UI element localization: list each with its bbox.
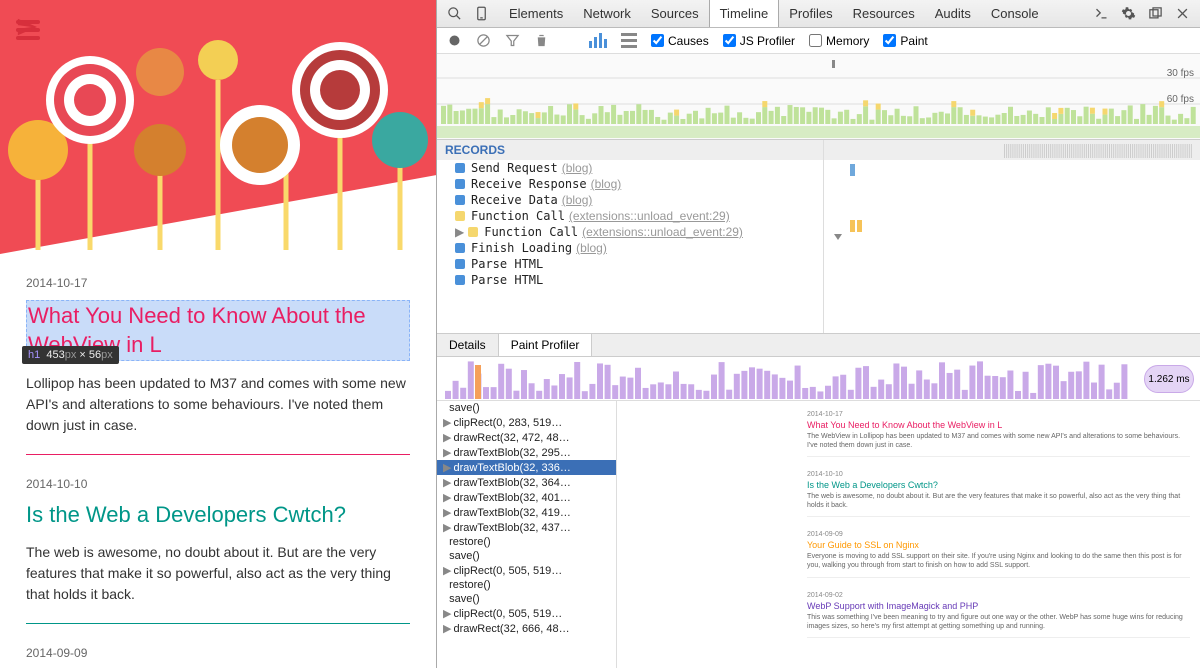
- records-list: RECORDS Send Request (blog) Receive Resp…: [437, 140, 824, 333]
- preview-post: 2014-09-09 Your Guide to SSL on Nginx Ev…: [807, 531, 1190, 577]
- paint-command[interactable]: ▶clipRect(0, 283, 519…: [437, 415, 616, 430]
- paint-command[interactable]: save(): [437, 401, 616, 415]
- tab-timeline[interactable]: Timeline: [709, 0, 780, 27]
- devtools-top-bar: ElementsNetworkSourcesTimelineProfilesRe…: [437, 0, 1200, 28]
- gear-icon[interactable]: [1121, 6, 1136, 21]
- paint-command-list[interactable]: save()▶clipRect(0, 283, 519…▶drawRect(32…: [437, 401, 617, 668]
- search-icon[interactable]: [447, 6, 462, 21]
- records-header: RECORDS: [437, 140, 823, 160]
- hero-image: [0, 0, 436, 254]
- page-content: 2014-10-17 What You Need to Know About t…: [0, 0, 436, 668]
- console-icon[interactable]: [1094, 6, 1109, 21]
- tab-elements[interactable]: Elements: [499, 0, 573, 27]
- blog-post: 2014-10-10 Is the Web a Developers Cwtch…: [26, 477, 410, 624]
- blog-post: 2014-09-09 Your Guide to SSL on Nginx Ev…: [26, 646, 410, 668]
- panel-tabs: ElementsNetworkSourcesTimelineProfilesRe…: [499, 0, 1049, 27]
- memory-checkbox[interactable]: Memory: [809, 34, 869, 48]
- paint-command[interactable]: ▶clipRect(0, 505, 519…: [437, 563, 616, 578]
- post-date: 2014-10-17: [26, 276, 410, 290]
- subtab-paint-profiler[interactable]: Paint Profiler: [499, 334, 593, 356]
- record-row[interactable]: Send Request (blog): [437, 160, 823, 176]
- paint-command[interactable]: save(): [437, 549, 616, 563]
- paint-command[interactable]: ▶drawTextBlob(32, 437…: [437, 520, 616, 535]
- paint-command[interactable]: restore(): [437, 535, 616, 549]
- fps-60-label: 60 fps: [1167, 94, 1194, 105]
- jsprofiler-checkbox[interactable]: JS Profiler: [723, 34, 795, 48]
- paint-profiler-bars[interactable]: 1.262 ms: [437, 357, 1200, 401]
- detail-subtabs: DetailsPaint Profiler: [437, 334, 1200, 357]
- device-icon[interactable]: [474, 6, 489, 21]
- record-row[interactable]: ▶ Function Call (extensions::unload_even…: [437, 224, 823, 240]
- tab-resources[interactable]: Resources: [843, 0, 925, 27]
- paint-command[interactable]: ▶drawTextBlob(32, 295…: [437, 445, 616, 460]
- subtab-details[interactable]: Details: [437, 334, 499, 356]
- paint-preview: 2014-10-17 What You Need to Know About t…: [617, 401, 1200, 668]
- record-row[interactable]: Function Call (extensions::unload_event:…: [437, 208, 823, 224]
- record-row[interactable]: Parse HTML: [437, 256, 823, 272]
- post-body: Lollipop has been updated to M37 and com…: [26, 373, 410, 436]
- tab-network[interactable]: Network: [573, 0, 641, 27]
- paint-command[interactable]: ▶drawTextBlob(32, 419…: [437, 505, 616, 520]
- trash-icon[interactable]: [534, 33, 549, 48]
- dock-icon[interactable]: [1148, 6, 1163, 21]
- record-icon[interactable]: [447, 33, 462, 48]
- close-icon[interactable]: [1175, 6, 1190, 21]
- preview-post: 2014-09-02 WebP Support with ImageMagick…: [807, 592, 1190, 638]
- record-row[interactable]: Receive Response (blog): [437, 176, 823, 192]
- post-date: 2014-10-10: [26, 477, 410, 491]
- post-body: The web is awesome, no doubt about it. B…: [26, 542, 410, 605]
- bars-view-icon[interactable]: [589, 33, 607, 48]
- flame-view-icon[interactable]: [621, 33, 637, 48]
- record-row[interactable]: Receive Data (blog): [437, 192, 823, 208]
- post-title[interactable]: Is the Web a Developers Cwtch?: [26, 501, 410, 530]
- paint-command[interactable]: ▶clipRect(0, 505, 519…: [437, 606, 616, 621]
- paint-time-pill: 1.262 ms: [1144, 365, 1194, 393]
- filter-icon[interactable]: [505, 33, 520, 48]
- paint-command[interactable]: restore(): [437, 578, 616, 592]
- paint-command[interactable]: ▶drawRect(32, 666, 48…: [437, 621, 616, 636]
- tab-audits[interactable]: Audits: [925, 0, 981, 27]
- paint-command[interactable]: ▶drawTextBlob(32, 401…: [437, 490, 616, 505]
- preview-post: 2014-10-17 What You Need to Know About t…: [807, 411, 1190, 457]
- tab-profiles[interactable]: Profiles: [779, 0, 842, 27]
- timeline-overview[interactable]: 30 fps 60 fps: [437, 54, 1200, 140]
- devtools-panel: ElementsNetworkSourcesTimelineProfilesRe…: [436, 0, 1200, 668]
- causes-checkbox[interactable]: Causes: [651, 34, 709, 48]
- paint-command[interactable]: save(): [437, 592, 616, 606]
- records-flamechart[interactable]: [824, 140, 1200, 333]
- paint-command[interactable]: ▶drawTextBlob(32, 364…: [437, 475, 616, 490]
- timeline-toolbar: Causes JS Profiler Memory Paint: [437, 28, 1200, 54]
- tab-console[interactable]: Console: [981, 0, 1049, 27]
- inspect-tooltip: h1 453px × 56px: [22, 346, 119, 364]
- record-row[interactable]: Parse HTML: [437, 272, 823, 288]
- paint-command[interactable]: ▶drawTextBlob(32, 336…: [437, 460, 616, 475]
- record-row[interactable]: Finish Loading (blog): [437, 240, 823, 256]
- preview-post: 2014-10-10 Is the Web a Developers Cwtch…: [807, 471, 1190, 517]
- tab-sources[interactable]: Sources: [641, 0, 709, 27]
- blog-post: 2014-10-17 What You Need to Know About t…: [26, 276, 410, 455]
- post-date: 2014-09-09: [26, 646, 410, 660]
- paint-command[interactable]: ▶drawRect(32, 472, 48…: [437, 430, 616, 445]
- fps-30-label: 30 fps: [1167, 68, 1194, 79]
- clear-icon[interactable]: [476, 33, 491, 48]
- paint-checkbox[interactable]: Paint: [883, 34, 927, 48]
